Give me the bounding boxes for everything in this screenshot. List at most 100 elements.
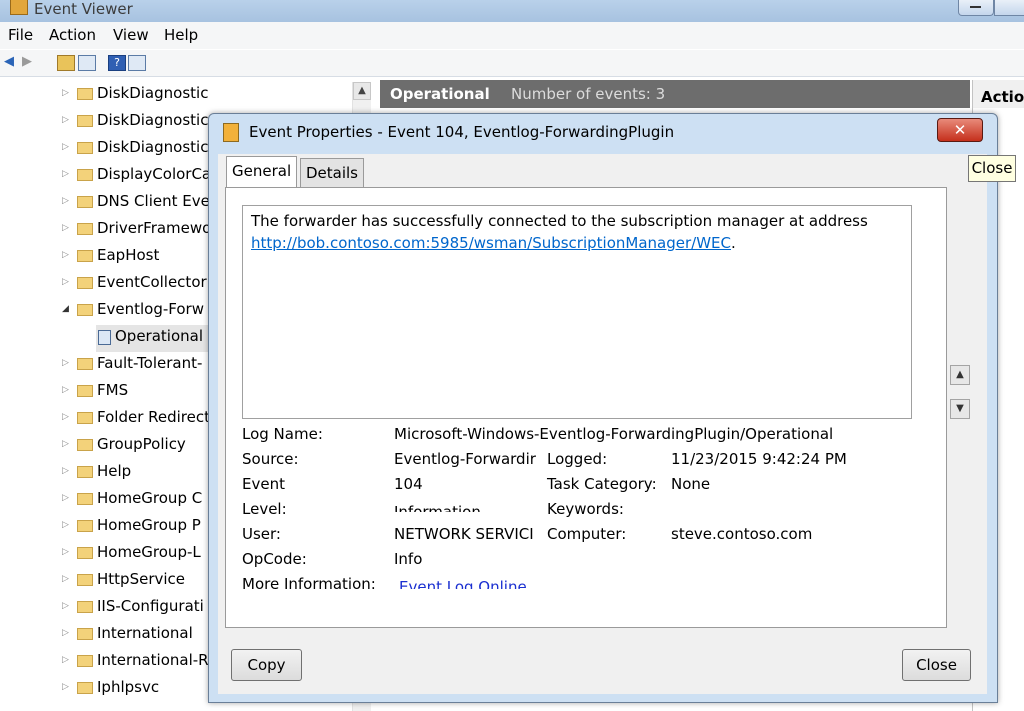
help-icon[interactable]: ? <box>108 55 126 71</box>
dialog-body: General Details The forwarder has succes… <box>218 154 987 694</box>
tab-details[interactable]: Details <box>300 158 365 187</box>
folder-icon <box>77 142 93 154</box>
expand-arrow-icon[interactable]: ▷ <box>62 196 69 206</box>
expand-arrow-icon[interactable]: ▷ <box>62 520 69 530</box>
folder-icon <box>77 547 93 559</box>
computer-label: Computer: <box>547 525 627 543</box>
event-description[interactable]: The forwarder has successfully connected… <box>242 205 912 419</box>
folder-icon <box>77 628 93 640</box>
expand-arrow-icon[interactable]: ▷ <box>62 601 69 611</box>
expand-arrow-icon[interactable]: ▷ <box>62 493 69 503</box>
expand-arrow-icon[interactable]: ▷ <box>62 115 69 125</box>
expand-arrow-icon[interactable]: ▷ <box>62 439 69 449</box>
folder-icon <box>77 682 93 694</box>
tree-item-label: HomeGroup-L <box>97 543 201 561</box>
log-name-label: Log Name: <box>242 425 323 443</box>
event-log-online-link[interactable]: Event Log Online <box>399 575 527 589</box>
next-event-button[interactable]: ▼ <box>950 399 970 419</box>
open-folder-icon[interactable] <box>57 55 75 71</box>
tree-item-label: Help <box>97 462 132 480</box>
close-button[interactable]: Close <box>902 649 971 681</box>
subscription-manager-link[interactable]: http://bob.contoso.com:5985/wsman/Subscr… <box>251 234 731 252</box>
tree-item-label: DisplayColorCa <box>97 165 212 183</box>
menu-help[interactable]: Help <box>164 26 198 44</box>
folder-icon <box>77 115 93 127</box>
folder-icon <box>77 88 93 100</box>
tree-item-label: International-R <box>97 651 209 669</box>
scroll-up-icon[interactable]: ▲ <box>353 82 371 100</box>
show-hide-tree-icon[interactable] <box>78 55 96 71</box>
expand-arrow-icon[interactable]: ▷ <box>62 628 69 638</box>
expand-arrow-icon[interactable]: ▷ <box>62 250 69 260</box>
event-properties-icon <box>223 123 239 142</box>
menu-file[interactable]: File <box>8 26 33 44</box>
event-id-label: Event <box>242 475 285 493</box>
tree-item-operational[interactable]: Operational <box>96 325 211 352</box>
level-value: Information <box>394 503 481 512</box>
folder-icon <box>77 223 93 235</box>
folder-icon <box>77 574 93 586</box>
tree-item-label: International <box>97 624 193 642</box>
menu-bar: File Action View Help <box>0 22 1024 49</box>
tree-item-label: GroupPolicy <box>97 435 186 453</box>
folder-icon <box>77 601 93 613</box>
log-header: Operational Number of events: 3 <box>380 80 970 108</box>
actions-header-label: Actio <box>981 88 1024 106</box>
event-viewer-app-icon <box>10 0 28 15</box>
tree-item-label: Eventlog-Forw <box>97 300 204 318</box>
log-title: Operational <box>390 85 490 103</box>
show-hide-action-pane-icon[interactable] <box>128 55 146 71</box>
expand-arrow-icon[interactable]: ▷ <box>62 466 69 476</box>
tree-item-label: HttpService <box>97 570 186 588</box>
folder-icon <box>77 196 93 208</box>
tree-item-label: IIS-Configurati <box>97 597 204 615</box>
more-information-label: More Information: <box>242 575 376 593</box>
event-properties-dialog: Event Properties - Event 104, Eventlog-F… <box>208 113 998 703</box>
source-value: Eventlog-Forwardir <box>394 450 536 468</box>
tab-general[interactable]: General <box>226 156 298 187</box>
expand-arrow-icon[interactable]: ▷ <box>62 574 69 584</box>
folder-icon <box>77 304 93 316</box>
source-label: Source: <box>242 450 299 468</box>
expand-arrow-icon[interactable]: ▷ <box>62 277 69 287</box>
folder-icon <box>77 385 93 397</box>
arrow-up-icon: ▲ <box>956 369 964 380</box>
expand-arrow-icon[interactable]: ▷ <box>62 682 69 692</box>
expand-arrow-icon[interactable]: ▷ <box>62 547 69 557</box>
dialog-close-x-button[interactable]: ✕ <box>937 118 983 142</box>
forward-icon[interactable]: ▶ <box>22 55 38 69</box>
close-tooltip: Close <box>968 155 1016 182</box>
tree-item-label: EventCollector <box>97 273 207 291</box>
expand-arrow-icon[interactable]: ▷ <box>62 385 69 395</box>
folder-icon <box>77 520 93 532</box>
maximize-button[interactable] <box>994 0 1024 16</box>
tree-item-label: Operational <box>115 327 204 345</box>
expand-arrow-icon[interactable]: ▷ <box>62 169 69 179</box>
expand-arrow-icon[interactable]: ▷ <box>62 655 69 665</box>
menu-view[interactable]: View <box>113 26 149 44</box>
collapse-arrow-icon[interactable]: ◢ <box>62 304 69 314</box>
back-icon[interactable]: ◀ <box>4 55 20 69</box>
general-tab-panel: The forwarder has successfully connected… <box>225 187 947 628</box>
dialog-title: Event Properties - Event 104, Eventlog-F… <box>249 123 675 141</box>
actions-header: Actio <box>973 80 1024 108</box>
previous-event-button[interactable]: ▲ <box>950 365 970 385</box>
expand-arrow-icon[interactable]: ▷ <box>62 358 69 368</box>
computer-value: steve.contoso.com <box>671 525 813 543</box>
expand-arrow-icon[interactable]: ▷ <box>62 88 69 98</box>
menu-action[interactable]: Action <box>49 26 96 44</box>
description-end: . <box>730 234 736 252</box>
opcode-label: OpCode: <box>242 550 307 568</box>
folder-icon <box>77 277 93 289</box>
log-icon <box>98 330 111 345</box>
copy-button[interactable]: Copy <box>231 649 302 681</box>
minimize-button[interactable] <box>958 0 994 16</box>
tree-item-label: DriverFramewo <box>97 219 212 237</box>
tree-item-label: HomeGroup C <box>97 489 203 507</box>
expand-arrow-icon[interactable]: ▷ <box>62 412 69 422</box>
opcode-value: Info <box>394 550 423 568</box>
tree-item-label: DiskDiagnostic <box>97 138 209 156</box>
user-label: User: <box>242 525 281 543</box>
expand-arrow-icon[interactable]: ▷ <box>62 142 69 152</box>
expand-arrow-icon[interactable]: ▷ <box>62 223 69 233</box>
